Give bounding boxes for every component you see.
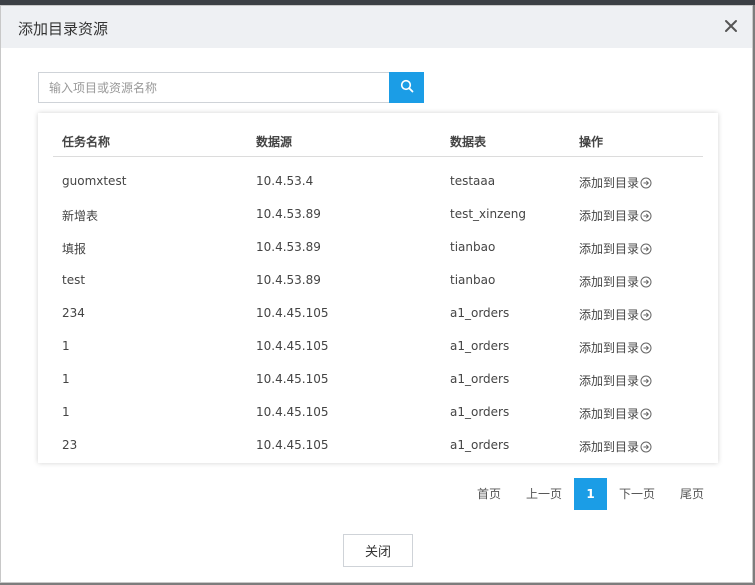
add-to-catalog-link[interactable]: 添加到目录 (579, 372, 652, 389)
cell-data-table: test_xinzeng (450, 207, 526, 221)
table-row: 填报 10.4.53.89 tianbao 添加到目录 (53, 230, 703, 263)
add-to-catalog-link[interactable]: 添加到目录 (579, 405, 652, 422)
dialog-title: 添加目录资源 (18, 20, 109, 38)
add-to-catalog-label: 添加到目录 (579, 341, 640, 355)
table-row: 1 10.4.45.105 a1_orders 添加到目录 (53, 329, 703, 362)
add-to-catalog-link[interactable]: 添加到目录 (579, 174, 652, 191)
cell-data-table: tianbao (450, 273, 496, 287)
pager-next-button[interactable]: 下一页 (615, 478, 659, 510)
cell-data-table: a1_orders (450, 438, 510, 452)
cell-task-name: guomxtest (62, 174, 127, 188)
pager-prev-button[interactable]: 上一页 (522, 478, 566, 510)
close-icon[interactable] (724, 19, 738, 33)
add-to-catalog-label: 添加到目录 (579, 440, 640, 454)
search-input[interactable] (38, 72, 389, 103)
arrow-circle-right-icon (639, 309, 652, 321)
column-header-action: 操作 (579, 135, 604, 149)
add-to-catalog-link[interactable]: 添加到目录 (579, 207, 652, 224)
cell-data-table: testaaa (450, 174, 496, 188)
add-to-catalog-label: 添加到目录 (579, 209, 640, 223)
cell-data-source: 10.4.45.105 (256, 438, 329, 452)
arrow-circle-right-icon (639, 441, 652, 453)
search-icon (400, 79, 414, 96)
table-row: 1 10.4.45.105 a1_orders 添加到目录 (53, 362, 703, 395)
arrow-circle-right-icon (639, 375, 652, 387)
cell-data-source: 10.4.53.89 (256, 240, 321, 254)
add-to-catalog-label: 添加到目录 (579, 407, 640, 421)
arrow-circle-right-icon (639, 177, 652, 189)
pager-first-button[interactable]: 首页 (472, 478, 506, 510)
cell-task-name: 234 (62, 306, 85, 320)
add-to-catalog-label: 添加到目录 (579, 374, 640, 388)
arrow-circle-right-icon (639, 342, 652, 354)
pager-last-button[interactable]: 尾页 (675, 478, 709, 510)
arrow-circle-right-icon (639, 210, 652, 222)
cell-data-table: a1_orders (450, 306, 510, 320)
table-header: 任务名称 数据源 数据表 操作 (53, 113, 703, 157)
cell-data-table: a1_orders (450, 339, 510, 353)
add-to-catalog-label: 添加到目录 (579, 176, 640, 190)
cell-data-source: 10.4.53.89 (256, 273, 321, 287)
cell-data-source: 10.4.45.105 (256, 372, 329, 386)
pager-current-page[interactable]: 1 (574, 478, 607, 510)
add-catalog-resource-dialog: 添加目录资源 任务名称 数据源 数据表 操作 guomxtest 10.4.53.… (0, 5, 753, 583)
table-row: 新增表 10.4.53.89 test_xinzeng 添加到目录 (53, 197, 703, 230)
table-row: 1 10.4.45.105 a1_orders 添加到目录 (53, 395, 703, 428)
cell-task-name: test (62, 273, 86, 287)
add-to-catalog-link[interactable]: 添加到目录 (579, 306, 652, 323)
add-to-catalog-label: 添加到目录 (579, 275, 640, 289)
cell-data-source: 10.4.45.105 (256, 339, 329, 353)
column-header-data-source: 数据源 (256, 135, 293, 149)
cell-data-table: a1_orders (450, 372, 510, 386)
add-to-catalog-link[interactable]: 添加到目录 (579, 438, 652, 455)
table-row: guomxtest 10.4.53.4 testaaa 添加到目录 (53, 164, 703, 197)
arrow-circle-right-icon (639, 243, 652, 255)
arrow-circle-right-icon (639, 276, 652, 288)
add-to-catalog-label: 添加到目录 (579, 308, 640, 322)
dialog-header: 添加目录资源 (1, 6, 752, 48)
add-to-catalog-link[interactable]: 添加到目录 (579, 240, 652, 257)
cell-data-source: 10.4.53.89 (256, 207, 321, 221)
cell-task-name: 23 (62, 438, 78, 452)
cell-task-name: 1 (62, 339, 70, 353)
cell-task-name: 填报 (62, 242, 87, 256)
column-header-task-name: 任务名称 (62, 135, 111, 149)
add-to-catalog-link[interactable]: 添加到目录 (579, 339, 652, 356)
cell-data-table: a1_orders (450, 405, 510, 419)
arrow-circle-right-icon (639, 408, 652, 420)
cell-data-source: 10.4.53.4 (256, 174, 314, 188)
table-row: test 10.4.53.89 tianbao 添加到目录 (53, 263, 703, 296)
table-row: 234 10.4.45.105 a1_orders 添加到目录 (53, 296, 703, 329)
search-button[interactable] (389, 72, 424, 103)
close-button[interactable]: 关闭 (343, 534, 413, 567)
cell-data-source: 10.4.45.105 (256, 405, 329, 419)
cell-task-name: 1 (62, 405, 70, 419)
cell-task-name: 新增表 (62, 209, 99, 223)
add-to-catalog-label: 添加到目录 (579, 242, 640, 256)
table-row: 23 10.4.45.105 a1_orders 添加到目录 (53, 428, 703, 461)
resource-table: 任务名称 数据源 数据表 操作 guomxtest 10.4.53.4 testaa… (38, 113, 718, 463)
cell-data-source: 10.4.45.105 (256, 306, 329, 320)
cell-task-name: 1 (62, 372, 70, 386)
add-to-catalog-link[interactable]: 添加到目录 (579, 273, 652, 290)
cell-data-table: tianbao (450, 240, 496, 254)
column-header-data-table: 数据表 (450, 135, 487, 149)
